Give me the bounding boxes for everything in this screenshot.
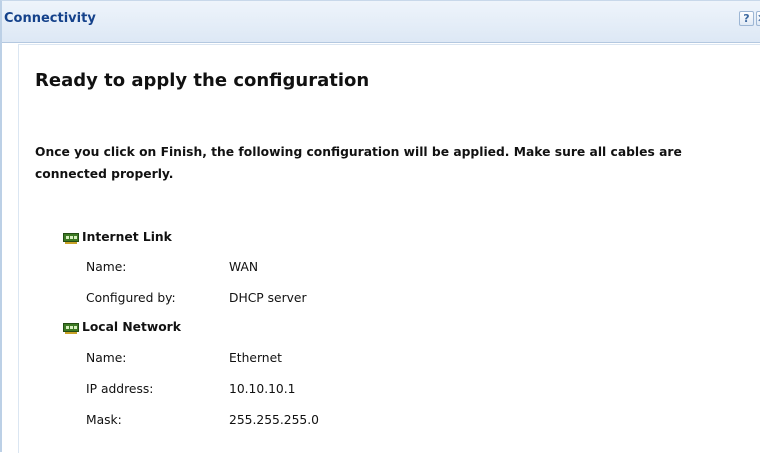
- intro-line-1: Once you click on Finish, the following …: [35, 145, 682, 159]
- local-network-name-value: Ethernet: [229, 351, 282, 365]
- internet-link-configured-by-label: Configured by:: [86, 291, 176, 305]
- page-heading: Ready to apply the configuration: [35, 70, 370, 91]
- internet-link-name-value: WAN: [229, 260, 259, 274]
- local-network-mask-value: 255.255.255.0: [229, 413, 319, 427]
- local-network-ip-value: 10.10.10.1: [229, 382, 296, 396]
- dialog-titlebar[interactable]: Connectivity ? ✕: [2, 1, 760, 43]
- help-icon[interactable]: ?: [739, 11, 754, 26]
- internet-link-title: Internet Link: [82, 230, 172, 244]
- internet-link-configured-by-value: DHCP server: [229, 291, 307, 305]
- close-icon[interactable]: ✕: [756, 11, 760, 26]
- wizard-content: Ready to apply the configuration Once yo…: [18, 44, 760, 453]
- internet-link-name-label: Name:: [86, 260, 127, 274]
- network-card-icon: [63, 323, 79, 334]
- dialog-title: Connectivity: [4, 11, 96, 26]
- intro-text: Once you click on Finish, the following …: [35, 141, 745, 185]
- internet-link-section-title: Internet Link: [63, 229, 172, 245]
- local-network-name-label: Name:: [86, 351, 127, 365]
- local-network-ip-label: IP address:: [86, 382, 154, 396]
- local-network-mask-label: Mask:: [86, 413, 122, 427]
- local-network-title: Local Network: [82, 320, 181, 334]
- local-network-section-title: Local Network: [63, 319, 181, 335]
- connectivity-dialog: Connectivity ? ✕ Ready to apply the conf…: [0, 0, 760, 453]
- network-card-icon: [63, 233, 79, 244]
- intro-line-2: connected properly.: [35, 167, 174, 181]
